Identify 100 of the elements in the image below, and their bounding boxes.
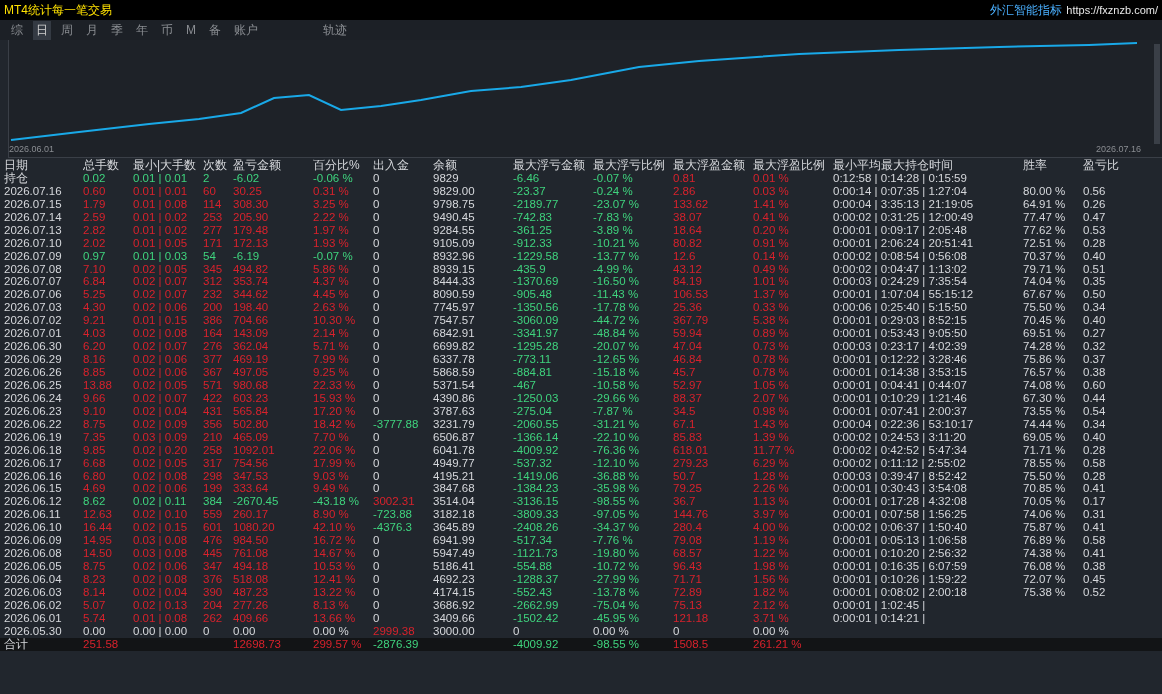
table-cell-text: 52.97 (673, 378, 703, 392)
tab[interactable]: 账户 (231, 20, 261, 40)
table-cell-text: 11.77 % (753, 443, 796, 457)
table-cell-text: -2189.77 (513, 197, 560, 211)
table-cell-text: 0.03 % (753, 184, 790, 198)
table-cell-text: 73.55 % (1023, 404, 1067, 418)
table-cell-text: 18.64 (673, 223, 703, 237)
table-cell-text: 71.71 (673, 573, 703, 586)
table-cell-text: 2026.07.03 (4, 301, 63, 315)
table-cell-text: 0.02 | 0.11 (133, 495, 188, 509)
table-cell-text: 8090.59 (433, 288, 476, 302)
table-cell-text: 0.38 (1083, 560, 1107, 574)
table-cell-text: 0:12:58 | 0:14:28 | 0:15:59 (833, 171, 968, 185)
table-cell-text: 0.00 % (753, 624, 790, 638)
table-cell-text: 79.08 (673, 534, 703, 548)
table-cell-text: 7.35 (83, 430, 107, 444)
table-cell-text: 75.86 % (1023, 353, 1067, 367)
table-cell-text: 8.75 (83, 417, 107, 431)
column-header: 余额 (433, 159, 458, 172)
table-cell-text: 0.81 (673, 171, 697, 185)
table-cell-text: 0.00 % (313, 624, 350, 638)
table-cell-text: 9.49 % (313, 482, 350, 496)
table-cell-text: 390 (203, 585, 224, 599)
table-cell-text: 79.71 % (1023, 262, 1067, 276)
tab[interactable]: 轨迹 (320, 20, 350, 40)
table-cell-text: 7745.97 (433, 301, 476, 315)
table-cell-text: 0.31 % (313, 184, 350, 198)
table-cell-text: 0.41 % (753, 210, 790, 224)
tab[interactable]: 备 (206, 20, 224, 40)
site-link[interactable]: https://fxznzb.com/ (1066, 4, 1158, 16)
table-cell-text: 0.49 % (753, 262, 790, 276)
table-cell-text: 171 (203, 236, 224, 250)
table-cell-text: 0.01 % (753, 171, 790, 185)
table-cell-text: 0.91 % (753, 236, 790, 250)
table-cell-text: 0.40 (1083, 430, 1107, 444)
table-cell-text: 68.57 (673, 547, 703, 561)
table-cell-text: 77.62 % (1023, 223, 1067, 237)
table-cell-text: 36.7 (673, 495, 697, 509)
tab[interactable]: 币 (158, 20, 176, 40)
table-cell-text: 7547.57 (433, 314, 476, 328)
table-cell-text: 2.07 % (753, 391, 790, 405)
table-cell-text: 0.51 (1083, 262, 1107, 276)
table-cell-text: 0 (373, 353, 381, 367)
table-cell-text: 10.53 % (313, 560, 357, 574)
table-cell-text: 367 (203, 366, 224, 379)
tab[interactable]: 年 (133, 20, 151, 40)
table-cell-text: 1.93 % (313, 236, 350, 250)
table-cell-text: 0 (373, 469, 381, 483)
table-cell-text: 0.60 (1083, 378, 1107, 392)
table-cell-text: 299.57 % (313, 637, 363, 651)
table-cell-text: 0.00 (83, 624, 107, 638)
table-cell-text: 0.50 (1083, 288, 1107, 302)
table-cell-text: 6.68 (83, 456, 107, 470)
tab[interactable]: 月 (83, 20, 101, 40)
table-cell-text: 0:00:01 | 1:07:04 | 55:15:12 (833, 288, 975, 302)
table-cell-text: 0.52 (1083, 585, 1107, 599)
table-cell-text: 13.88 (83, 378, 113, 392)
table-cell-text: -23.37 (513, 184, 547, 198)
tab[interactable]: 日 (33, 20, 51, 40)
table-cell-text: 9284.55 (433, 223, 476, 237)
table-cell-text: 4195.21 (433, 469, 476, 483)
table-cell-text: 74.04 % (1023, 275, 1067, 289)
table-cell-text: 0.01 | 0.08 (133, 611, 189, 625)
table-cell-text: 9829 (433, 171, 460, 185)
table-cell-text: 0.28 (1083, 469, 1107, 483)
table-cell-text: 74.08 % (1023, 378, 1067, 392)
column-header: 最小平均最大持仓时间 (833, 159, 954, 172)
table-cell-text: 0 (373, 456, 381, 470)
table-cell-text: 2 (203, 171, 211, 185)
table-cell-text: 0.89 % (753, 327, 790, 341)
table-cell-text: 0.40 (1083, 314, 1107, 328)
table-cell-text: 502.80 (233, 417, 270, 431)
tab[interactable]: M (183, 22, 199, 38)
table-cell-text: -1295.28 (513, 340, 560, 354)
table-cell-text: -0.06 % (313, 171, 354, 185)
table-cell-text: -3060.09 (513, 314, 560, 328)
table-cell-text: 72.51 % (1023, 236, 1067, 250)
table-cell-text: 3.97 % (753, 508, 790, 522)
table-cell-text: 9.25 % (313, 366, 350, 379)
scrollbar[interactable] (1154, 44, 1160, 144)
table-cell-text: 3231.79 (433, 417, 476, 431)
table-cell-text: 0.00 % (593, 624, 630, 638)
tab[interactable]: 综 (8, 20, 26, 40)
table-cell-text: 0:00:01 | 0:10:29 | 1:21:46 (833, 391, 968, 405)
table-cell-text: 2026.07.06 (4, 288, 63, 302)
table-cell-text: 9829.00 (433, 184, 476, 198)
table-cell-text: 0.02 | 0.10 (133, 508, 189, 522)
table-cell-text: 2026.06.16 (4, 469, 63, 483)
table-cell-text: -3809.33 (513, 508, 560, 522)
table-cell-text: 0:00:01 | 0:12:22 | 3:28:46 (833, 353, 968, 367)
table-cell-text: 198.40 (233, 301, 270, 315)
table-cell-text: 0.02 | 0.08 (133, 573, 189, 586)
table-cell-text: 0:00:02 | 0:31:25 | 12:00:49 (833, 210, 975, 224)
table-cell-text: 200 (203, 301, 224, 315)
tab[interactable]: 季 (108, 20, 126, 40)
table-cell-text: 0:00:02 | 0:04:47 | 1:13:02 (833, 262, 968, 276)
table-cell-text: 0 (373, 443, 381, 457)
tab[interactable]: 周 (58, 20, 76, 40)
table-cell-text: 47.04 (673, 340, 703, 354)
table-cell-text: 0:00:04 | 3:35:13 | 21:19:05 (833, 197, 975, 211)
